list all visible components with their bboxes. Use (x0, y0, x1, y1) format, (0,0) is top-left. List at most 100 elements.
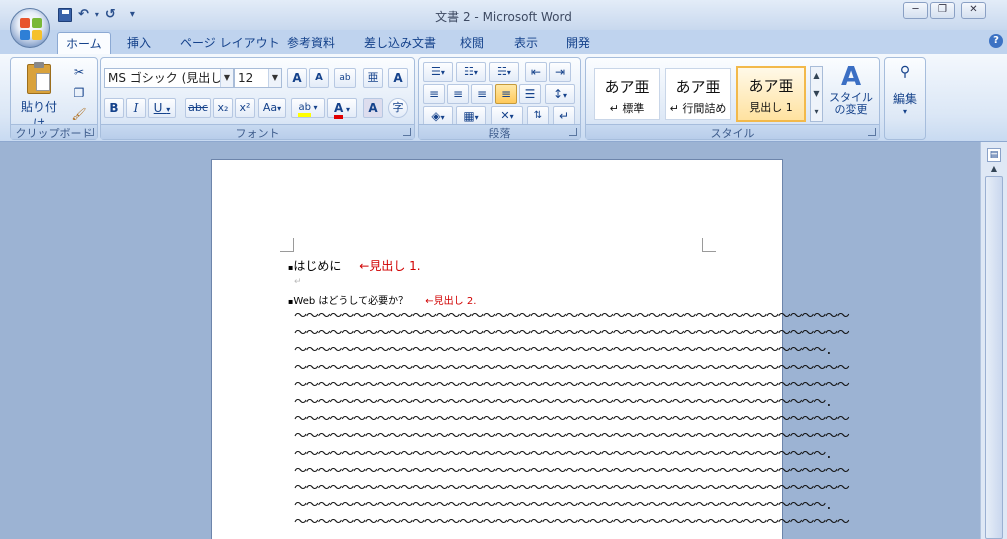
paragraph-group-label: 段落 (419, 124, 580, 140)
heading1-line[interactable]: ▪はじめに ←見出し 1. (288, 257, 421, 274)
editing-group: ⚲ 編集 ▾ (884, 57, 926, 140)
superscript-button[interactable]: x² (235, 98, 255, 118)
clipboard-icon (27, 62, 51, 94)
bullets-button[interactable]: ☰▾ (423, 62, 453, 82)
style-normal[interactable]: あア亜 ↵ 標準 (594, 68, 660, 120)
binoculars-icon: ⚲ (899, 64, 911, 80)
heading2-line[interactable]: ▪Web はどうして必要か？ ←見出し 2. (288, 292, 476, 307)
clipboard-launcher-icon[interactable] (86, 128, 94, 136)
asian-layout-button[interactable]: ✕▾ (491, 106, 523, 126)
font-size-value: 12 (238, 71, 254, 85)
editing-button[interactable]: ⚲ 編集 ▾ (887, 62, 923, 132)
tab-view[interactable]: 表示 (514, 34, 538, 51)
save-icon[interactable] (58, 7, 72, 22)
office-logo-icon (20, 18, 42, 40)
char-border-button[interactable]: A (388, 68, 408, 88)
customize-qat-icon[interactable]: ▾ (130, 9, 135, 20)
styles-launcher-icon[interactable] (868, 128, 876, 136)
copy-icon[interactable]: ❐ (69, 83, 89, 103)
tab-mailings[interactable]: 差し込み文書 (364, 34, 436, 51)
styles-scroll[interactable]: ▲ ▼ ▾ (810, 66, 823, 122)
undo-dropdown-icon[interactable]: ▾ (95, 10, 99, 19)
quick-access-toolbar: ↶ ▾ ↺ ▾ (58, 7, 135, 22)
redo-icon[interactable]: ↺ (105, 7, 116, 22)
show-marks-button[interactable]: ↵ (553, 106, 575, 126)
align-left-button[interactable]: ≡ (423, 84, 445, 104)
tab-review[interactable]: 校閲 (460, 34, 484, 51)
change-case-button[interactable]: Aa▾ (258, 98, 286, 118)
font-name-combo[interactable]: MS ゴシック (見出しの: ▼ (104, 68, 234, 88)
enclose-chars-button[interactable]: 字 (388, 98, 408, 118)
close-button[interactable]: ✕ (961, 2, 986, 19)
title-bar: 文書 2 - Microsoft Word ↶ ▾ ↺ ▾ ─ ❐ ✕ (0, 0, 1007, 30)
paragraph-launcher-icon[interactable] (569, 128, 577, 136)
body-line: ～～～～～～～～～～～～～～～～～～～～～～～～～～～～～～～～～～～～～～～～… (294, 309, 850, 324)
highlight-button[interactable]: ab ▾ (291, 98, 325, 118)
body-line: ～～～～～～～～～～～～～～～～～～～～～～～～～～～～～～～～～～～～～～～～… (294, 412, 850, 428)
align-center-button[interactable]: ≡ (447, 84, 469, 104)
tab-page-layout[interactable]: ページ レイアウト (180, 34, 280, 51)
change-styles-button[interactable]: A スタイルの変更 (826, 62, 876, 122)
restore-button[interactable]: ❐ (930, 2, 955, 19)
scroll-up-button[interactable]: ▲ (985, 164, 1003, 176)
format-painter-icon[interactable]: 🖌 (69, 104, 89, 124)
line-spacing-button[interactable]: ↕▾ (545, 84, 575, 104)
empty-paragraph-mark: ↵ (294, 277, 302, 287)
paragraph-group: ☰▾ ☷▾ ☵▾ ⇤ ⇥ ≡ ≡ ≡ ≡ ☰ ↕▾ ◈▾ ▦▾ ✕▾ ⇅ ↵ 段… (418, 57, 581, 140)
font-size-combo[interactable]: 12 ▼ (234, 68, 282, 88)
borders-button[interactable]: ▦▾ (456, 106, 486, 126)
shading-button[interactable]: ◈▾ (423, 106, 453, 126)
char-shading-button[interactable]: A (363, 98, 383, 118)
bold-button[interactable]: B (104, 98, 124, 118)
margin-corner-top-right (702, 238, 716, 252)
multilevel-list-button[interactable]: ☵▾ (489, 62, 519, 82)
styles-aa-icon: A (840, 62, 862, 92)
increase-indent-button[interactable]: ⇥ (549, 62, 571, 82)
font-launcher-icon[interactable] (403, 128, 411, 136)
clear-format-button[interactable]: ab (334, 68, 356, 88)
phonetic-guide-button[interactable]: 亜 (363, 68, 383, 88)
align-right-button[interactable]: ≡ (471, 84, 493, 104)
tab-references[interactable]: 参考資料 (287, 34, 335, 51)
vertical-scrollbar[interactable]: ▤ ▲ (980, 142, 1007, 539)
numbering-button[interactable]: ☷▾ (456, 62, 486, 82)
distribute-button[interactable]: ☰ (519, 84, 541, 104)
ribbon: 貼り付け ▾ ✂ ❐ 🖌 クリップボード MS ゴシック (見出しの:▼ 12▼… (0, 54, 1007, 142)
office-button[interactable] (10, 8, 50, 48)
heading2-annotation: ←見出し 2. (425, 296, 477, 307)
font-color-button[interactable]: A ▾ (327, 98, 357, 119)
help-icon[interactable]: ? (989, 34, 1003, 48)
strikethrough-button[interactable]: abc (185, 98, 211, 118)
tab-home[interactable]: ホーム (57, 32, 111, 54)
subscript-button[interactable]: x₂ (213, 98, 233, 118)
paste-button[interactable]: 貼り付け ▾ (17, 62, 61, 141)
grow-font-button[interactable]: A (287, 68, 307, 88)
cut-icon[interactable]: ✂ (69, 62, 89, 82)
highlighter-icon: ab (298, 102, 311, 117)
tab-developer[interactable]: 開発 (566, 34, 590, 51)
decrease-indent-button[interactable]: ⇤ (525, 62, 547, 82)
font-color-icon: A (333, 101, 344, 119)
document-area: ▪はじめに ←見出し 1. ↵ ▪Web はどうして必要か？ ←見出し 2. ～… (0, 142, 980, 539)
ruler-toggle-icon[interactable]: ▤ (987, 148, 1001, 162)
heading1-annotation: ←見出し 1. (359, 259, 421, 273)
shrink-font-button[interactable]: A (309, 68, 329, 88)
styles-group: あア亜 ↵ 標準 あア亜 ↵ 行間詰め あア亜 見出し 1 ▲ ▼ ▾ A スタイルの変更… (585, 57, 880, 140)
chevron-down-icon[interactable]: ▼ (268, 69, 281, 87)
scroll-thumb[interactable] (985, 176, 1003, 539)
minimize-button[interactable]: ─ (903, 2, 928, 19)
italic-button[interactable]: I (126, 98, 146, 118)
clipboard-group: 貼り付け ▾ ✂ ❐ 🖌 クリップボード (10, 57, 98, 141)
style-heading-1[interactable]: あア亜 見出し 1 (736, 66, 806, 122)
underline-button[interactable]: U ▾ (148, 98, 176, 118)
chevron-down-icon[interactable]: ▼ (220, 69, 233, 87)
body-line: ～～～～～～～～～～～～～～～～～～～～～～～～～～～～～～～～～～～～～～～～… (294, 515, 850, 531)
undo-icon[interactable]: ↶ (78, 7, 89, 22)
justify-button[interactable]: ≡ (495, 84, 517, 104)
tab-insert[interactable]: 挿入 (127, 34, 151, 51)
body-line: ～～～～～～～～～～～～～～～～～～～～～～～～～～～～～～～～～～～～～～～～… (294, 377, 850, 393)
sort-button[interactable]: ⇅ (527, 106, 549, 126)
document-page[interactable]: ▪はじめに ←見出し 1. ↵ ▪Web はどうして必要か？ ←見出し 2. ～… (211, 159, 850, 539)
font-name-value: MS ゴシック (見出しの: (108, 71, 234, 85)
style-no-spacing[interactable]: あア亜 ↵ 行間詰め (665, 68, 731, 120)
